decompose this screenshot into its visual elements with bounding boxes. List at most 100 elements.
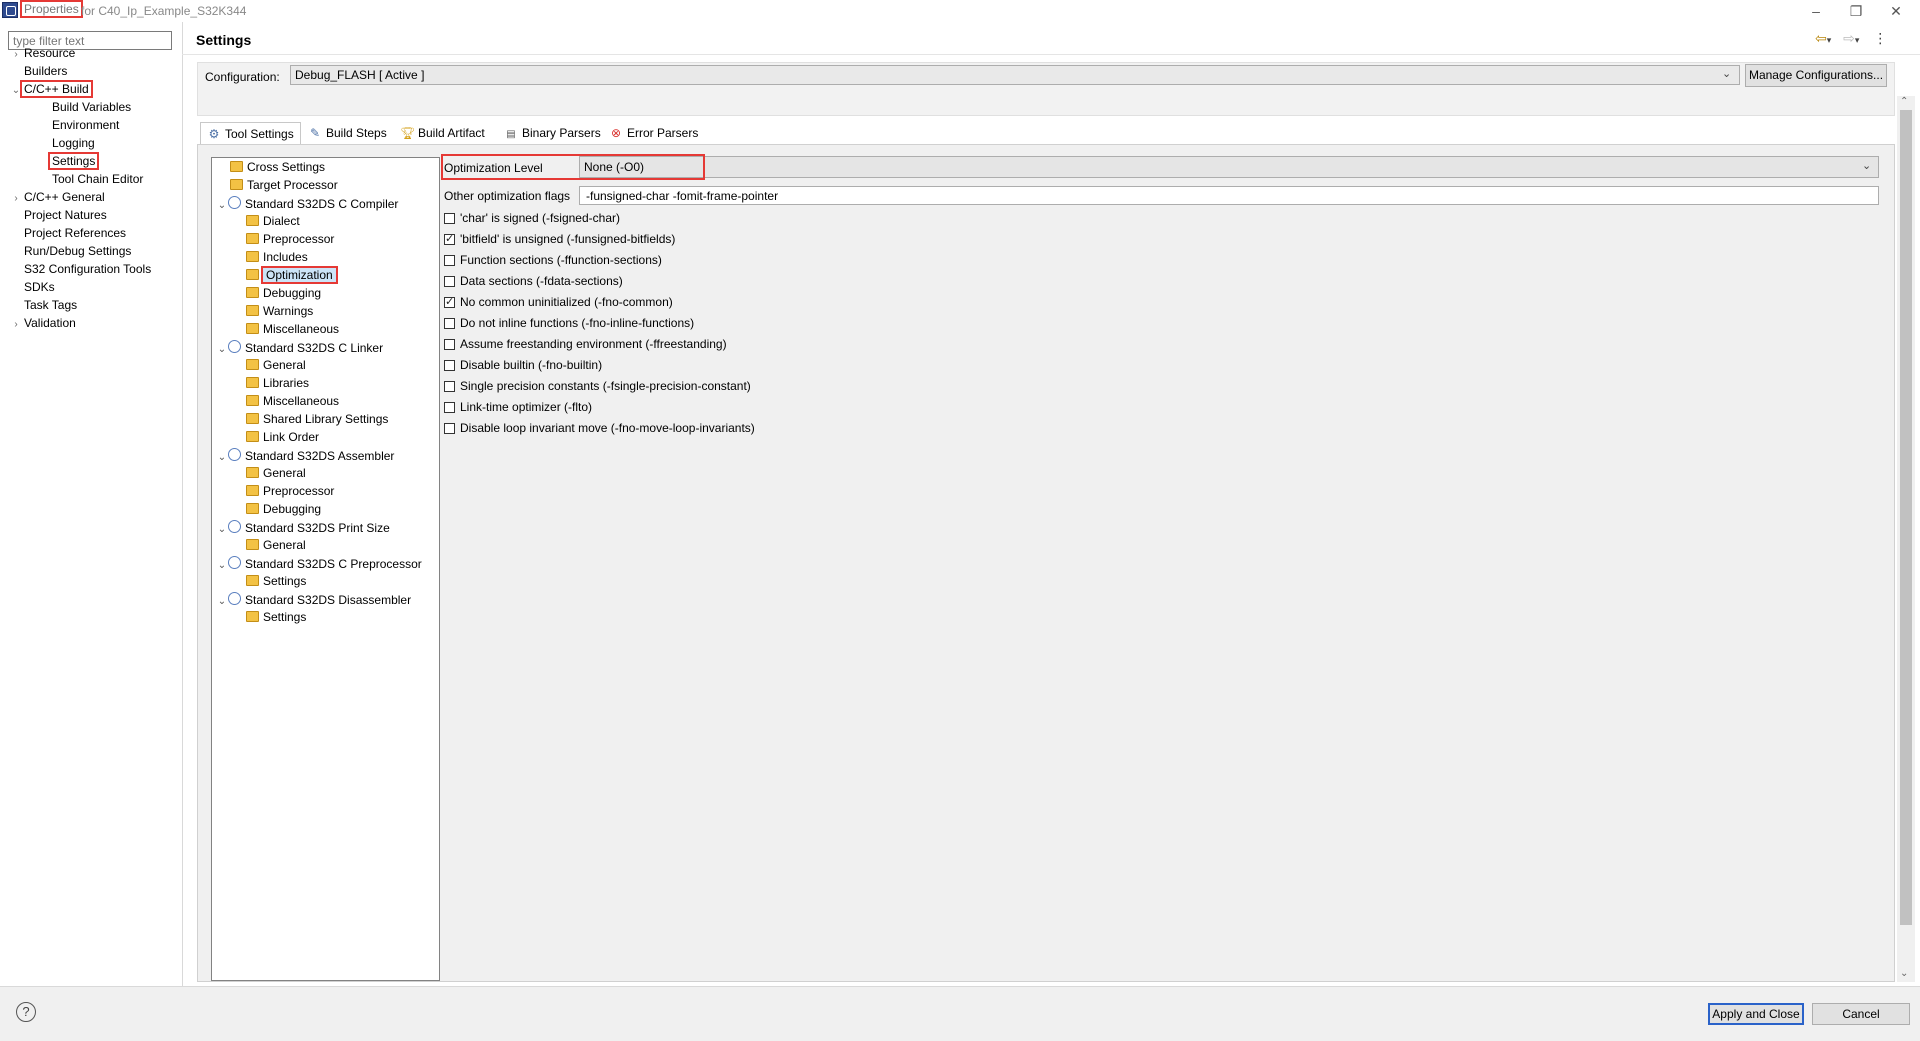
tree-option-node[interactable]: Preprocessor [246,232,334,246]
tree-tool-node[interactable]: ⌄ Standard S32DS C Compiler [216,196,398,211]
checkbox[interactable] [444,381,455,392]
tab-build-steps[interactable]: ✎ Build Steps [302,122,393,144]
apply-and-close-button[interactable]: Apply and Close [1708,1003,1804,1025]
chevron-icon[interactable]: › [10,319,22,330]
nav-item-project-references[interactable]: Project References [10,226,128,240]
scroll-up-icon[interactable]: ⌃ [1900,96,1908,107]
help-icon[interactable]: ? [16,1002,36,1022]
tab-build-artifact[interactable]: 🏆︎ Build Artifact [394,122,491,144]
checkbox[interactable] [444,295,455,308]
nav-item-validation[interactable]: › Validation [10,316,78,330]
collapse-icon[interactable]: ⌄ [216,452,228,463]
checkbox[interactable] [444,318,455,329]
nav-item-project-natures[interactable]: Project Natures [10,208,109,222]
restore-icon[interactable]: ❐ [1836,0,1876,22]
nav-item-environment[interactable]: Environment [38,118,121,132]
tree-option-node[interactable]: Shared Library Settings [246,412,388,426]
checkbox[interactable] [444,276,455,287]
option-checkbox-row[interactable]: Assume freestanding environment (-ffrees… [444,337,727,351]
tree-option-node[interactable]: Miscellaneous [246,322,339,336]
tab-binary-parsers[interactable]: ▤ Binary Parsers [498,122,607,144]
other-flags-input[interactable] [579,186,1879,205]
collapse-icon[interactable]: ⌄ [216,524,228,535]
tree-option-node[interactable]: Debugging [246,286,321,300]
tree-option-node[interactable]: Dialect [246,214,300,228]
scrollbar-thumb[interactable] [1900,110,1912,925]
option-checkbox-row[interactable]: Disable loop invariant move (-fno-move-l… [444,421,755,435]
option-checkbox-row[interactable]: Do not inline functions (-fno-inline-fun… [444,316,694,330]
forward-dropdown-icon[interactable]: ▾ [1855,35,1860,45]
option-checkbox-row[interactable]: Link-time optimizer (-flto) [444,400,592,414]
option-checkbox-row[interactable]: 'char' is signed (-fsigned-char) [444,211,620,225]
collapse-icon[interactable]: ⌄ [216,344,228,355]
manage-configurations-button[interactable]: Manage Configurations... [1745,64,1887,87]
more-icon[interactable]: ⋮ [1873,30,1887,46]
back-dropdown-icon[interactable]: ▾ [1827,35,1832,45]
checkbox[interactable] [444,339,455,350]
close-icon[interactable]: ✕ [1876,0,1916,22]
checkbox[interactable] [444,232,455,245]
tree-option-node[interactable]: Settings [246,610,306,624]
nav-item-c-c-general[interactable]: › C/C++ General [10,190,107,204]
scroll-down-icon[interactable]: ⌄ [1900,968,1908,979]
tree-option-node[interactable]: Debugging [246,502,321,516]
tab-tool-settings[interactable]: ⚙ Tool Settings [200,122,301,145]
collapse-icon[interactable]: ⌄ [216,596,228,607]
chevron-down-icon[interactable]: ⌄ [1862,159,1871,172]
option-checkbox-row[interactable]: Data sections (-fdata-sections) [444,274,623,288]
tree-option-node[interactable]: Warnings [246,304,313,318]
collapse-icon[interactable]: ⌄ [216,200,228,211]
tree-option-node[interactable]: Miscellaneous [246,394,339,408]
nav-item-sdks[interactable]: SDKs [10,280,57,294]
minimize-icon[interactable]: – [1796,0,1836,22]
nav-item-settings[interactable]: Settings [38,152,100,170]
tree-tool-node[interactable]: ⌄ Standard S32DS Disassembler [216,592,411,607]
tab-error-parsers[interactable]: ⊗ Error Parsers [603,122,704,144]
chevron-icon[interactable]: › [10,49,22,60]
tree-option-node[interactable]: General [246,358,306,372]
configuration-select[interactable]: Debug_FLASH [ Active ] [290,65,1740,85]
nav-item-s32-configuration-tools[interactable]: S32 Configuration Tools [10,262,153,276]
back-arrow-icon[interactable]: ⇦ [1815,30,1827,46]
tree-tool-node[interactable]: ⌄ Standard S32DS Print Size [216,520,390,535]
cancel-button[interactable]: Cancel [1812,1003,1910,1025]
tree-node-label: Settings [263,574,307,588]
tree-option-node[interactable]: Optimization [246,266,338,284]
nav-item-build-variables[interactable]: Build Variables [38,100,133,114]
nav-item-logging[interactable]: Logging [38,136,97,150]
nav-item-run-debug-settings[interactable]: Run/Debug Settings [10,244,133,258]
nav-item-tool-chain-editor[interactable]: Tool Chain Editor [38,172,145,186]
option-checkbox-row[interactable]: No common uninitialized (-fno-common) [444,295,673,309]
nav-item-task-tags[interactable]: Task Tags [10,298,79,312]
chevron-down-icon[interactable]: ⌄ [1722,67,1731,80]
tree-tool-node[interactable]: ⌄ Standard S32DS C Preprocessor [216,556,422,571]
option-checkbox-row[interactable]: 'bitfield' is unsigned (-funsigned-bitfi… [444,232,675,246]
tree-option-node[interactable]: Cross Settings [230,160,325,174]
optimization-level-select[interactable]: None (-O0) [579,156,1879,178]
tree-tool-node[interactable]: ⌄ Standard S32DS Assembler [216,448,394,463]
chevron-icon[interactable]: ⌄ [10,85,22,96]
tree-option-node[interactable]: Libraries [246,376,309,390]
tree-option-node[interactable]: Settings [246,574,306,588]
forward-arrow-icon[interactable]: ⇨ [1843,30,1855,46]
tree-option-node[interactable]: Link Order [246,430,319,444]
tree-option-node[interactable]: General [246,538,306,552]
nav-item-c-c-build[interactable]: ⌄ C/C++ Build [10,80,93,98]
option-checkbox-row[interactable]: Disable builtin (-fno-builtin) [444,358,602,372]
collapse-icon[interactable]: ⌄ [216,560,228,571]
chevron-icon[interactable]: › [10,193,22,204]
checkbox[interactable] [444,423,455,434]
option-checkbox-row[interactable]: Function sections (-ffunction-sections) [444,253,662,267]
checkbox[interactable] [444,402,455,413]
tree-option-node[interactable]: General [246,466,306,480]
checkbox[interactable] [444,213,455,224]
tree-tool-node[interactable]: ⌄ Standard S32DS C Linker [216,340,383,355]
tree-option-node[interactable]: Includes [246,250,308,264]
checkbox[interactable] [444,255,455,266]
option-checkbox-row[interactable]: Single precision constants (-fsingle-pre… [444,379,751,393]
tree-option-node[interactable]: Preprocessor [246,484,334,498]
checkbox[interactable] [444,360,455,371]
nav-item-builders[interactable]: Builders [10,64,69,78]
nav-item-resource[interactable]: › Resource [10,46,77,60]
tree-option-node[interactable]: Target Processor [230,178,338,192]
